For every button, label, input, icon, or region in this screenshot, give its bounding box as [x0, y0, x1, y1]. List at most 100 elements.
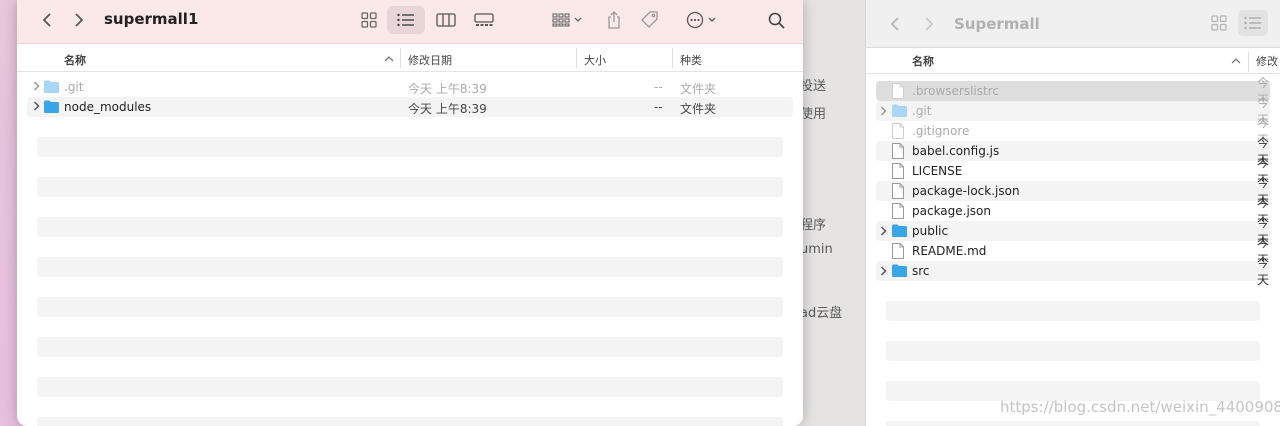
- empty-row: [37, 257, 783, 277]
- list-icon: [1244, 16, 1261, 30]
- file-name: .gitignore: [912, 124, 970, 138]
- file-kind: 文件夹: [680, 102, 717, 116]
- column-name[interactable]: 名称: [64, 52, 86, 68]
- back-button[interactable]: [884, 13, 906, 35]
- chevron-down-icon: [574, 17, 582, 22]
- empty-row: [27, 237, 793, 257]
- table-row[interactable]: package-lock.json 今天: [876, 176, 1270, 207]
- table-row[interactable]: .gitignore 今天: [876, 116, 1270, 147]
- column-view-button[interactable]: [429, 6, 463, 34]
- empty-row: [37, 297, 783, 317]
- table-row[interactable]: node_modules 今天 上午8:39 -- 文件夹: [27, 97, 793, 117]
- column-kind[interactable]: 种类: [680, 52, 702, 68]
- share-button[interactable]: [601, 6, 627, 34]
- empty-row: [37, 177, 783, 197]
- expand-toggle[interactable]: [880, 106, 888, 116]
- columns-icon: [436, 13, 456, 27]
- folder-icon: [892, 104, 907, 117]
- column-date[interactable]: 修改: [1256, 53, 1278, 69]
- tag-button[interactable]: [637, 6, 663, 34]
- document-icon: [892, 123, 904, 139]
- file-name: .git: [64, 80, 84, 94]
- empty-row: [27, 117, 793, 137]
- file-name: .browserslistrc: [912, 84, 999, 98]
- file-name: node_modules: [64, 100, 152, 114]
- chevron-right-icon: [75, 13, 84, 27]
- modified-date: 今天: [1257, 256, 1270, 287]
- table-row[interactable]: src 今天: [876, 256, 1270, 287]
- disclosure-chevron-icon: [33, 101, 40, 111]
- file-name: package-lock.json: [912, 184, 1020, 198]
- column-size[interactable]: 大小: [584, 52, 606, 68]
- empty-row: [27, 157, 793, 177]
- empty-row: [886, 421, 1260, 426]
- empty-row: [37, 417, 783, 426]
- folder-icon: [892, 224, 907, 237]
- document-icon: [892, 203, 904, 219]
- empty-row: [876, 321, 1270, 341]
- chevron-up-icon: [1231, 58, 1241, 64]
- list-view-button[interactable]: [1238, 10, 1268, 36]
- window-title: supermall1: [104, 10, 199, 28]
- table-row[interactable]: LICENSE 今天: [876, 156, 1270, 187]
- file-name: README.md: [912, 244, 987, 258]
- column-date[interactable]: 修改日期: [408, 52, 452, 68]
- expand-toggle[interactable]: [33, 101, 41, 111]
- gallery-view-button[interactable]: [467, 6, 501, 34]
- table-row[interactable]: public 今天: [876, 216, 1270, 247]
- icon-view-button[interactable]: [1204, 10, 1234, 36]
- empty-row: [876, 281, 1270, 301]
- group-grid-icon: [552, 13, 570, 27]
- search-icon: [768, 12, 785, 29]
- empty-row: [37, 337, 783, 357]
- icon-view-button[interactable]: [353, 6, 385, 34]
- table-row[interactable]: .browserslistrc 今天: [876, 76, 1270, 107]
- watermark: https://blog.csdn.net/weixin_44009082: [1000, 398, 1280, 416]
- empty-row: [37, 217, 783, 237]
- search-button[interactable]: [763, 6, 789, 34]
- disclosure-chevron-icon: [880, 106, 887, 116]
- empty-row: [37, 137, 783, 157]
- disclosure-chevron-icon: [33, 81, 40, 91]
- table-row[interactable]: README.md 今天: [876, 236, 1270, 267]
- tag-icon: [641, 11, 658, 28]
- expand-toggle[interactable]: [880, 266, 888, 276]
- empty-row: [27, 317, 793, 337]
- modified-date: 今天 上午8:39: [408, 102, 487, 116]
- more-actions-button[interactable]: [681, 6, 721, 34]
- document-icon: [892, 143, 904, 159]
- modified-date: 今天 上午8:39: [408, 82, 487, 96]
- list-icon: [397, 13, 414, 27]
- sidebar-fragment: 程序: [800, 218, 827, 233]
- document-icon: [892, 243, 904, 259]
- column-name[interactable]: 名称: [912, 53, 934, 69]
- table-row[interactable]: .git 今天 上午8:39 -- 文件夹: [27, 77, 793, 97]
- forward-button[interactable]: [918, 13, 940, 35]
- expand-toggle[interactable]: [880, 226, 888, 236]
- file-list: .git 今天 上午8:39 -- 文件夹 node_modules 今天 上午8:39 -…: [17, 72, 803, 426]
- sidebar-fragment: ad云盘: [800, 306, 843, 321]
- finder-window-supermall: Supermall 名称 修改 .browserslistrc 今天 .git 今天.…: [865, 0, 1280, 426]
- file-size: --: [654, 100, 663, 114]
- column-header: 名称 修改日期 大小 种类: [17, 44, 803, 72]
- file-name: .git: [912, 104, 932, 118]
- chevron-up-icon: [384, 56, 394, 62]
- table-row[interactable]: .git 今天: [876, 96, 1270, 127]
- chevron-left-icon: [890, 16, 899, 31]
- forward-button[interactable]: [67, 6, 91, 34]
- document-icon: [892, 163, 904, 179]
- table-row[interactable]: package.json 今天: [876, 196, 1270, 227]
- expand-toggle[interactable]: [33, 81, 41, 91]
- empty-row: [27, 397, 793, 417]
- empty-row: [27, 277, 793, 297]
- back-button[interactable]: [35, 6, 59, 34]
- list-view-button[interactable]: [387, 6, 425, 34]
- folder-icon: [44, 100, 59, 113]
- finder-window-supermall1: supermall1 名称 修改日期 大小 种类 .git 今天 上午8:39 …: [17, 0, 803, 426]
- table-row[interactable]: babel.config.js 今天: [876, 136, 1270, 167]
- file-list: .browserslistrc 今天 .git 今天 .gitignore 今天 babel…: [866, 74, 1280, 426]
- document-icon: [892, 83, 904, 99]
- folder-icon: [44, 80, 59, 93]
- folder-icon: [892, 264, 907, 277]
- group-button[interactable]: [545, 6, 589, 34]
